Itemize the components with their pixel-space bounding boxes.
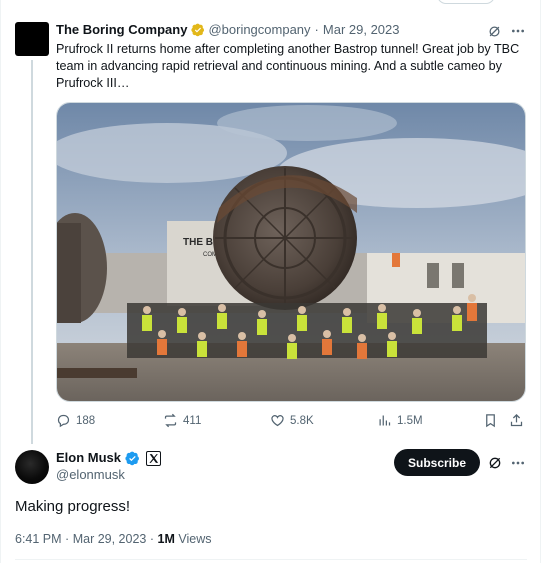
grok-icon[interactable] <box>486 454 504 472</box>
previous-item-button-edge <box>437 0 495 4</box>
bookmark-icon <box>486 414 495 428</box>
post-date[interactable]: Mar 29, 2023 <box>73 532 147 546</box>
verified-badge-icon <box>125 451 140 466</box>
post-time[interactable]: 6:41 PM <box>15 532 62 546</box>
reply-icon <box>57 414 70 428</box>
views-total: 1M <box>157 532 175 546</box>
share-icon <box>510 413 523 427</box>
x-affiliate-badge-icon[interactable] <box>146 450 162 466</box>
heart-icon <box>271 415 284 427</box>
verified-org-badge-icon <box>191 23 205 37</box>
main-handle[interactable]: @elonmusk <box>56 467 125 482</box>
like-button[interactable]: 5.8K <box>270 413 314 428</box>
analytics-icon <box>379 415 391 426</box>
thread-connector-line <box>31 60 33 444</box>
reply-count: 188 <box>76 414 96 427</box>
reply-button[interactable]: 188 <box>56 413 95 428</box>
views-label: Views <box>178 532 212 546</box>
elon-musk-avatar[interactable] <box>15 450 49 484</box>
repost-button[interactable]: 411 <box>163 413 201 428</box>
more-options-icon[interactable] <box>509 23 527 39</box>
quoted-post-actions: 188 411 5.8K 1.5M <box>56 413 526 431</box>
tunnel-boring-machine-photo: THE BORING COMPANY <box>57 103 525 401</box>
meta-dot-separator: · <box>65 532 70 546</box>
like-count: 5.8K <box>290 414 314 427</box>
quoted-author-name[interactable]: The Boring Company <box>56 22 187 38</box>
main-author-name[interactable]: Elon Musk <box>56 450 121 466</box>
quoted-post-text: Prufrock II returns home after completin… <box>56 42 520 90</box>
column-border-right <box>540 0 541 563</box>
main-post-text: Making progress! <box>15 498 131 515</box>
grok-icon[interactable] <box>486 23 502 39</box>
column-border-left <box>0 0 1 563</box>
header-dot-separator: · <box>314 22 319 37</box>
subscribe-button[interactable]: Subscribe <box>394 449 480 476</box>
quoted-post-header: The Boring Company @boringcompany · Mar … <box>56 22 400 38</box>
boring-company-avatar[interactable] <box>15 22 49 56</box>
quoted-handle[interactable]: @boringcompany <box>208 22 310 38</box>
meta-dot-separator-2: · <box>149 532 155 546</box>
post-photo[interactable]: THE BORING COMPANY <box>56 102 526 402</box>
main-post-header: Elon Musk <box>56 450 162 466</box>
views-button[interactable]: 1.5M <box>377 413 423 428</box>
bookmark-button[interactable] <box>483 413 498 428</box>
quoted-date[interactable]: Mar 29, 2023 <box>323 22 400 38</box>
views-count: 1.5M <box>397 414 423 427</box>
repost-icon <box>164 413 177 428</box>
repost-count: 411 <box>183 414 202 427</box>
share-button[interactable] <box>509 413 524 428</box>
post-metadata: 6:41 PM · Mar 29, 2023 · 1M Views <box>15 532 212 546</box>
divider <box>15 559 527 560</box>
more-options-icon[interactable] <box>509 454 527 472</box>
